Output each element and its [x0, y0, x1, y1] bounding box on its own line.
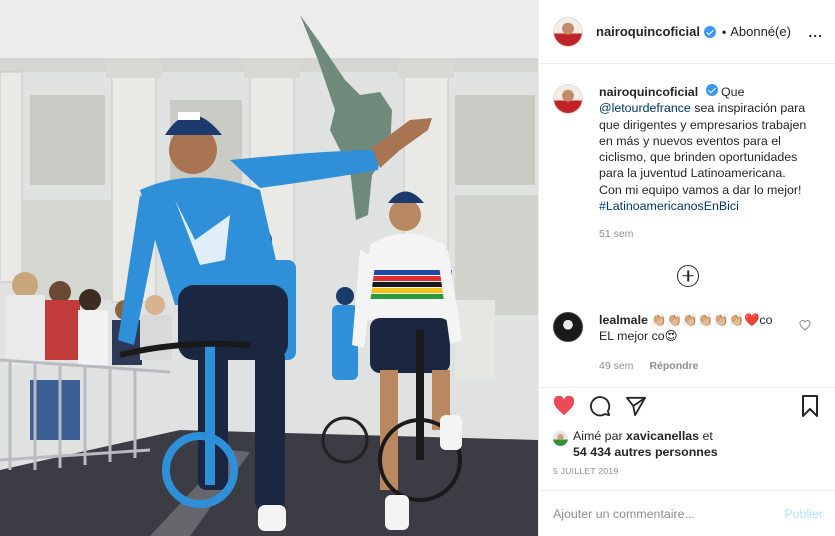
- caption-text: sea inspiración para que dirigentes y em…: [599, 101, 807, 197]
- comment-like-heart-icon[interactable]: [799, 319, 811, 331]
- add-comment-bar: Publier: [539, 490, 835, 536]
- likes-summary: Aimé par xavicanellas et 54 434 autres p…: [539, 423, 835, 460]
- author-username[interactable]: nairoquincoficial • Abonné(e): [596, 24, 791, 39]
- reply-button[interactable]: Répondre: [649, 358, 698, 374]
- caption-time[interactable]: 51 sem: [599, 226, 811, 242]
- likes-prefix: Aimé par: [573, 429, 623, 443]
- liker-username[interactable]: xavicanellas: [626, 429, 699, 443]
- verified-badge-icon: [705, 84, 718, 96]
- author-name[interactable]: nairoquincoficial: [596, 24, 700, 39]
- separator-dot: •: [722, 24, 727, 39]
- comment-icon[interactable]: [588, 394, 612, 418]
- follow-status-button[interactable]: Abonné(e): [730, 24, 791, 39]
- comments-area: nairoquincoficial Que @letourdefrance se…: [539, 64, 835, 387]
- share-icon[interactable]: [624, 394, 648, 418]
- action-bar: [539, 387, 835, 423]
- caption-username[interactable]: nairoquincoficial: [599, 85, 698, 99]
- comment-text-line1: 👏🏼👏🏼👏🏼👏🏼👏🏼👏🏼❤️co: [651, 312, 773, 327]
- author-avatar[interactable]: [553, 16, 583, 47]
- comment-meta: 49 sem Répondre: [599, 358, 799, 374]
- comment-input[interactable]: [553, 506, 785, 521]
- post-photo[interactable]: [0, 0, 538, 536]
- load-more-comments[interactable]: [553, 264, 823, 287]
- comment-body: lealmale 👏🏼👏🏼👏🏼👏🏼👏🏼👏🏼❤️co EL mejor co😍 4…: [599, 312, 799, 374]
- comment-item: lealmale 👏🏼👏🏼👏🏼👏🏼👏🏼👏🏼❤️co EL mejor co😍 4…: [553, 311, 823, 374]
- post-header: nairoquincoficial • Abonné(e) ...: [539, 0, 835, 64]
- publish-button[interactable]: Publier: [784, 507, 823, 521]
- caption: nairoquincoficial Que @letourdefrance se…: [553, 84, 823, 243]
- more-options-icon[interactable]: ...: [808, 24, 823, 40]
- likes-count[interactable]: 54 434 autres personnes: [573, 445, 718, 459]
- likes-suffix: et: [702, 429, 713, 443]
- post-panel: nairoquincoficial • Abonné(e) ... nairoq…: [538, 0, 835, 536]
- bookmark-icon[interactable]: [798, 394, 822, 418]
- heart-icon[interactable]: [552, 394, 576, 418]
- commenter-username[interactable]: lealmale: [599, 313, 648, 327]
- commenter-avatar[interactable]: [553, 311, 583, 342]
- plus-circle-icon[interactable]: [677, 264, 699, 287]
- comment-text-line2: EL mejor co😍: [599, 328, 678, 343]
- post-date[interactable]: 5 JUILLET 2019: [539, 460, 835, 476]
- caption-mention-link[interactable]: @letourdefrance: [599, 101, 691, 115]
- liker-avatar[interactable]: [553, 431, 568, 446]
- caption-hashtag-link[interactable]: #LatinoamericanosEnBici: [599, 199, 739, 213]
- verified-badge-icon: [704, 25, 717, 38]
- caption-text-before: Que: [721, 85, 745, 99]
- caption-avatar[interactable]: [553, 84, 583, 114]
- photo-illustration: [0, 0, 538, 536]
- comment-time[interactable]: 49 sem: [599, 358, 633, 374]
- caption-body: nairoquincoficial Que @letourdefrance se…: [599, 84, 811, 243]
